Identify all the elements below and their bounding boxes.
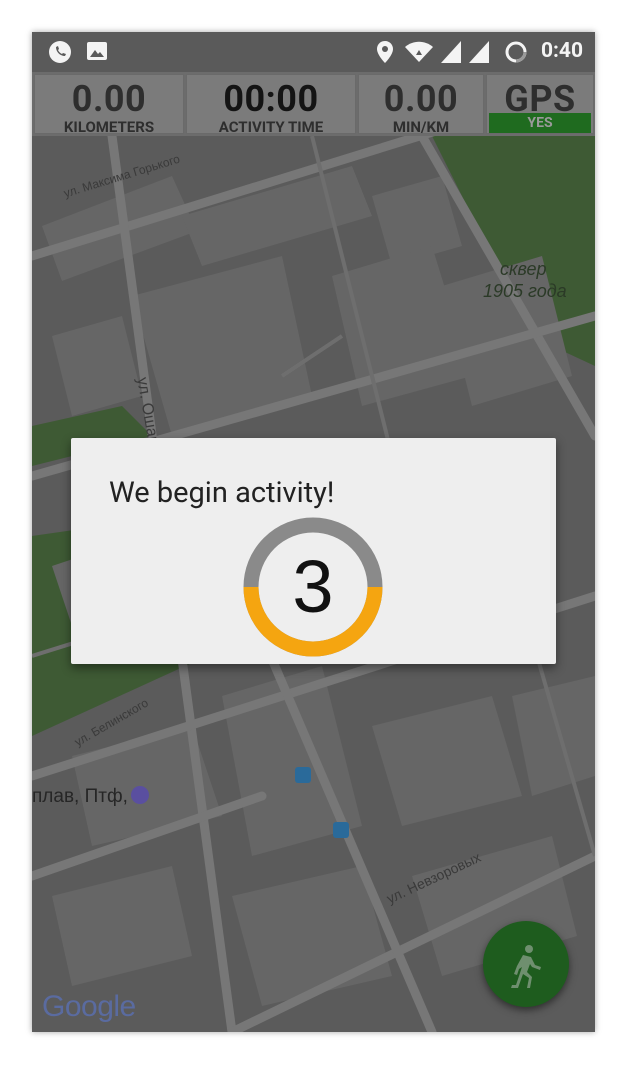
map-label-square-line-2: 1905 года <box>483 281 567 301</box>
countdown-ring: 3 <box>243 517 383 657</box>
google-attribution: Google <box>42 990 136 1024</box>
status-bar: 0:40 <box>32 32 595 72</box>
countdown-number: 3 <box>292 545 334 628</box>
dialog-title: We begin activity! <box>109 476 335 510</box>
activity-time-value: 00:00 <box>223 78 319 120</box>
gps-stat: GPS YES <box>486 74 594 134</box>
image-icon <box>87 42 107 60</box>
distance-value: 0.00 <box>71 78 147 120</box>
phone-screen: ул. Максима Горького ул. Ошар сквер 1905… <box>32 32 595 1032</box>
status-time: 0:40 <box>540 39 583 63</box>
google-logo-text: Google <box>42 990 136 1023</box>
loading-circle-icon <box>505 41 527 63</box>
pace-label: MIN/KM <box>392 118 450 136</box>
pace-stat: 0.00 MIN/KM <box>358 74 484 136</box>
wifi-icon <box>405 41 433 62</box>
map-label-square-line-1: сквер <box>500 259 547 279</box>
signal-icon-2 <box>469 41 489 63</box>
phone-call-icon <box>49 41 71 63</box>
map-label-place: плав, Птф, <box>32 786 128 807</box>
countdown-dialog: We begin activity! 3 <box>71 438 556 664</box>
pace-value: 0.00 <box>383 78 459 120</box>
signal-icon <box>441 41 461 63</box>
running-person-icon <box>511 945 541 988</box>
activity-time-stat: 00:00 ACTIVITY TIME <box>186 74 356 136</box>
gps-status-badge: YES <box>489 113 591 133</box>
location-pin-icon <box>377 41 393 63</box>
start-activity-button[interactable] <box>483 921 569 1007</box>
gps-status-text: YES <box>527 115 553 131</box>
activity-time-label: ACTIVITY TIME <box>218 118 324 136</box>
stats-bar: 0.00 KILOMETERS 00:00 ACTIVITY TIME 0.00… <box>32 72 595 136</box>
distance-label: KILOMETERS <box>63 118 155 136</box>
distance-stat: 0.00 KILOMETERS <box>34 74 184 136</box>
